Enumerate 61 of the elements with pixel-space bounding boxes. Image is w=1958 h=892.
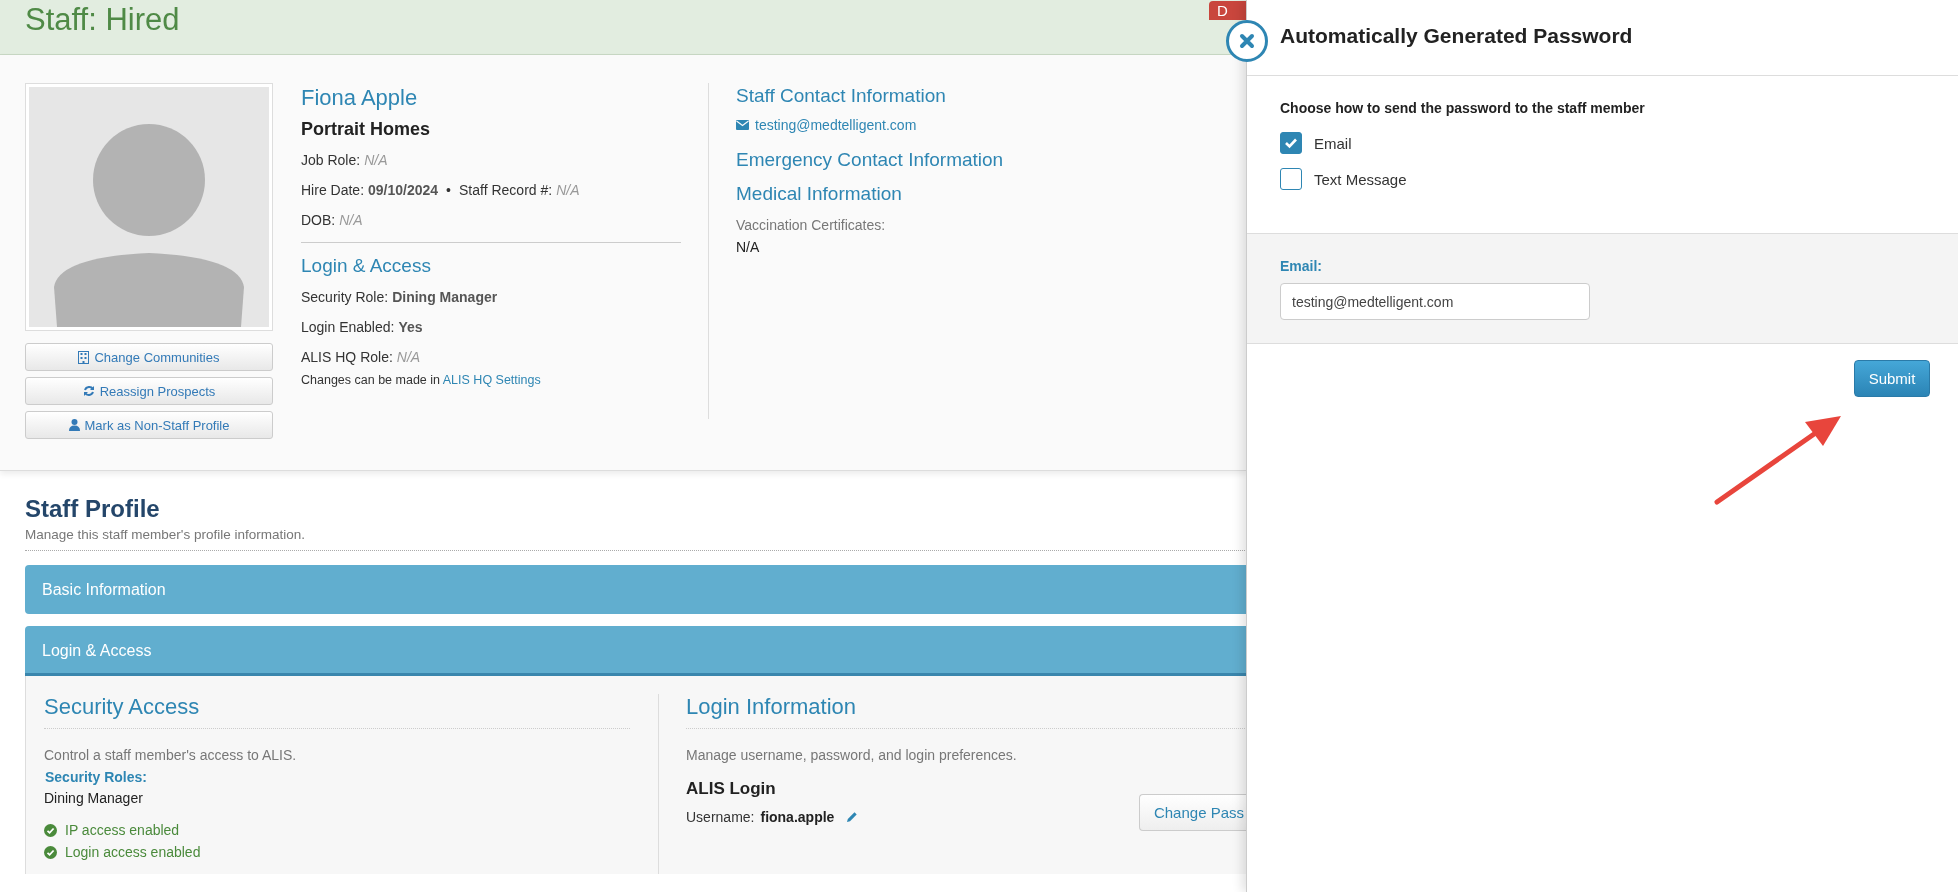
field-label: Security Roles: — [45, 769, 148, 785]
community-name: Portrait Homes — [301, 119, 432, 140]
email-link[interactable]: testing@medtelligent.com — [755, 117, 917, 133]
section-heading: Medical Information — [736, 183, 903, 205]
field-label: Vaccination Certificates: — [736, 217, 887, 233]
profile-action-button[interactable]: Reassign Prospects — [25, 377, 273, 405]
field-label: Security Role: — [301, 289, 389, 305]
field-value: Yes — [398, 319, 423, 335]
dialog-prompt: Choose how to send the password to the staff member — [1280, 100, 1646, 116]
change-password-button[interactable]: Change Pass — [1138, 794, 1247, 831]
status-text: Login access enabled — [65, 844, 201, 860]
settings-note: Changes can be made in ALIS HQ Settings — [301, 373, 542, 387]
checkbox-label: Email — [1314, 134, 1352, 152]
field-label: ALIS HQ Role: — [301, 349, 393, 365]
building-icon — [78, 350, 90, 364]
field-value: N/A — [339, 212, 363, 228]
field-value: fiona.apple — [760, 809, 835, 825]
action-button[interactable]: D — [1209, 1, 1247, 20]
field-value: 09/10/2024 — [368, 182, 439, 198]
field-label: Email: — [1280, 258, 1323, 274]
check-icon — [1284, 137, 1298, 149]
field-value: Dining Manager — [392, 289, 498, 305]
checkbox-label: Text Message — [1314, 170, 1407, 188]
section-heading: Emergency Contact Information — [736, 149, 1004, 171]
refresh-icon — [82, 385, 95, 397]
section-heading: Login & Access — [301, 255, 432, 277]
page-title: Staff: Hired — [24, 1, 180, 38]
accordion-header[interactable]: Login & Access — [25, 626, 1247, 676]
subsection-heading: ALIS Login — [686, 779, 777, 799]
description-text: Manage username, password, and login preferences. — [686, 747, 1018, 763]
section-subtitle: Manage this staff member's profile information. — [25, 527, 306, 542]
field-label: Hire Date: — [301, 182, 365, 198]
section-heading: Staff Contact Information — [736, 85, 947, 107]
field-label: Job Role: — [301, 152, 361, 168]
section-heading: Security Access — [44, 694, 630, 729]
field-value: N/A — [396, 349, 421, 365]
submit-button[interactable]: Submit — [1854, 360, 1930, 397]
close-button[interactable] — [1226, 20, 1268, 62]
status-text: IP access enabled — [65, 822, 180, 838]
description-text: Control a staff member's access to ALIS. — [44, 747, 298, 763]
field-label: Username: — [686, 809, 755, 825]
accordion-header[interactable]: Basic Information — [25, 565, 1247, 614]
email-field[interactable]: testing@medtelligent.com — [1280, 283, 1590, 320]
profile-action-button[interactable]: Change Communities — [25, 343, 273, 371]
field-value: Dining Manager — [44, 790, 144, 806]
field-label: DOB: — [301, 212, 336, 228]
profile-action-button[interactable]: Mark as Non-Staff Profile — [25, 411, 273, 439]
checkbox[interactable] — [1280, 132, 1302, 154]
checkbox[interactable] — [1280, 168, 1302, 190]
field-label: Staff Record #: — [459, 182, 553, 198]
mail-icon — [736, 120, 749, 130]
user-icon — [68, 419, 80, 431]
staff-name: Fiona Apple — [301, 85, 419, 111]
settings-link[interactable]: ALIS HQ Settings — [442, 373, 541, 387]
section-title: Staff Profile — [25, 495, 161, 523]
pencil-icon[interactable] — [846, 811, 859, 823]
field-value: N/A — [364, 152, 388, 168]
field-value: N/A — [556, 182, 580, 198]
separator-dot: • — [446, 182, 451, 198]
field-label: Login Enabled: — [301, 319, 395, 335]
field-value: N/A — [736, 239, 761, 255]
